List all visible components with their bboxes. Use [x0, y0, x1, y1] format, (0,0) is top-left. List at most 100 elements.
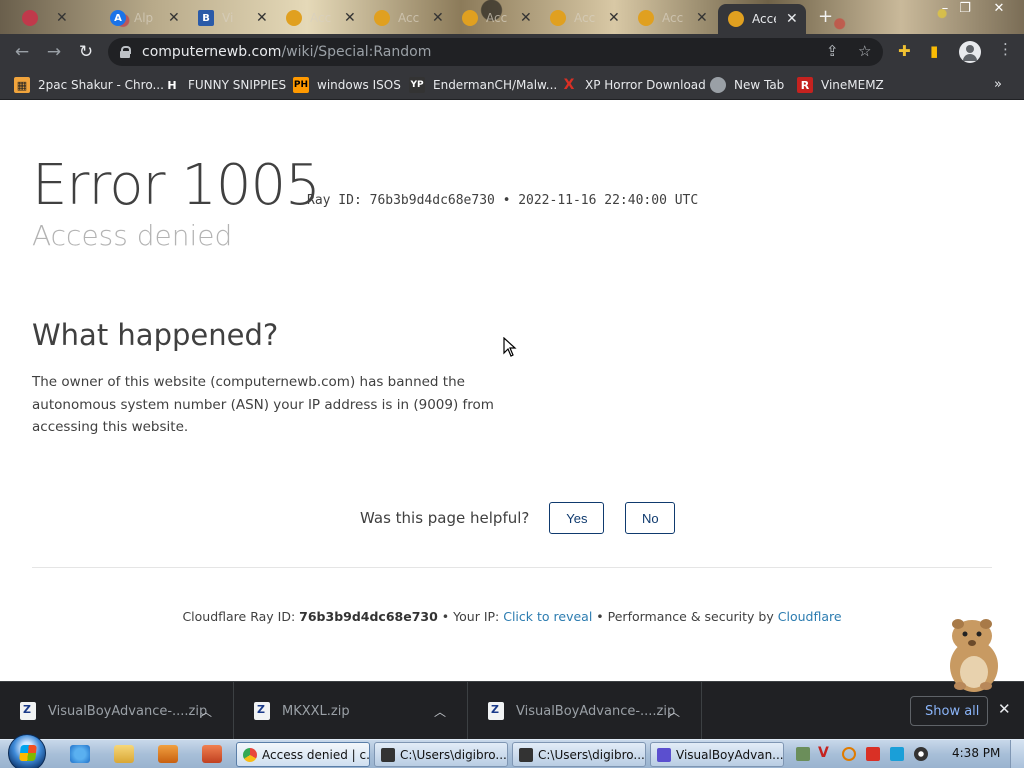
- tray-network-icon[interactable]: [890, 747, 904, 761]
- bookmark-star-icon[interactable]: ☆: [858, 42, 871, 60]
- taskbar-button-7zip[interactable]: C:\Users\digibro...: [374, 742, 508, 767]
- zip-file-icon: [20, 702, 36, 720]
- download-item[interactable]: VisualBoyAdvance-....zip ︿: [0, 682, 234, 740]
- url-text[interactable]: computernewb.com/wiki/Special:Random: [142, 44, 431, 60]
- browser-tab[interactable]: ✕: [12, 4, 68, 32]
- cloudflare-favicon-icon: [728, 11, 744, 27]
- close-tab-icon[interactable]: ✕: [344, 10, 356, 26]
- show-all-button[interactable]: Show all: [910, 696, 988, 726]
- bookmark-item[interactable]: ▦ 2pac Shakur - Chro...: [14, 76, 164, 94]
- close-tab-icon[interactable]: ✕: [520, 10, 532, 26]
- bookmark-item[interactable]: PH windows ISOS: [293, 76, 401, 94]
- app-launcher-icon[interactable]: [202, 745, 222, 763]
- address-bar[interactable]: computernewb.com/wiki/Special:Random ⇪ ☆: [108, 38, 883, 66]
- bookmark-item[interactable]: YP EndermanCH/Malw...: [409, 76, 557, 94]
- yes-button[interactable]: Yes: [549, 502, 605, 534]
- close-tab-icon[interactable]: ✕: [168, 10, 180, 26]
- no-button[interactable]: No: [625, 502, 676, 534]
- bookmarks-overflow-icon[interactable]: »: [994, 77, 1002, 92]
- start-button[interactable]: [8, 734, 46, 768]
- cloudflare-favicon-icon: [374, 10, 390, 26]
- close-window-icon[interactable]: ✕: [984, 0, 1014, 18]
- feedback-question: Was this page helpful?: [360, 509, 530, 527]
- bookmarks-bar: ▦ 2pac Shakur - Chro... H FUNNY SNIPPIES…: [0, 70, 1024, 100]
- cloudflare-favicon-icon: [462, 10, 478, 26]
- chrome-icon: [243, 747, 257, 762]
- windows-taskbar: Access denied | c... C:\Users\digibro...…: [0, 734, 1024, 768]
- bookmark-item[interactable]: X XP Horror Download: [561, 76, 706, 94]
- browser-tab-active[interactable]: Acce ✕: [718, 4, 806, 34]
- 7zip-icon: [519, 747, 533, 762]
- cloudflare-link[interactable]: Cloudflare: [778, 609, 842, 624]
- back-icon[interactable]: ←: [10, 40, 34, 64]
- tray-search-icon[interactable]: [842, 747, 856, 761]
- lock-icon[interactable]: [120, 46, 131, 58]
- forward-icon[interactable]: →: [42, 40, 66, 64]
- browser-toolbar: ← → ↻ computernewb.com/wiki/Special:Rand…: [0, 34, 1024, 70]
- tray-v-icon[interactable]: V: [818, 745, 832, 761]
- close-downloads-icon[interactable]: ✕: [998, 700, 1011, 718]
- chevron-up-icon[interactable]: ︿: [434, 703, 446, 720]
- divider: [32, 567, 992, 568]
- download-item[interactable]: MKXXL.zip ︿: [234, 682, 468, 740]
- zip-file-icon: [488, 702, 504, 720]
- tab-favicon-icon: [22, 10, 38, 26]
- share-icon[interactable]: ⇪: [826, 42, 839, 60]
- new-tab-button[interactable]: +: [818, 6, 833, 27]
- browser-tab[interactable]: Acc ✕: [628, 4, 708, 32]
- cloudflare-favicon-icon: [550, 10, 566, 26]
- bookmark-item[interactable]: New Tab: [710, 76, 784, 94]
- yp-logo-icon: YP: [409, 77, 425, 93]
- browser-tab[interactable]: Acc ✕: [364, 4, 444, 32]
- globe-icon: [710, 77, 726, 93]
- tray-flag-icon[interactable]: [866, 747, 880, 761]
- cloudflare-favicon-icon: [286, 10, 302, 26]
- taskbar-button-chrome[interactable]: Access denied | c...: [236, 742, 370, 767]
- profile-avatar-icon[interactable]: [959, 41, 981, 63]
- media-player-icon[interactable]: [158, 745, 178, 763]
- side-panel-icon[interactable]: ▮: [930, 42, 938, 60]
- cloudflare-favicon-icon: [638, 10, 654, 26]
- x-letter-icon: X: [563, 77, 575, 93]
- taskbar-button-7zip[interactable]: C:\Users\digibro...: [512, 742, 646, 767]
- download-item[interactable]: VisualBoyAdvance-....zip ︿: [468, 682, 702, 740]
- gameboy-icon: [657, 747, 671, 762]
- browser-tab[interactable]: Acc ✕: [276, 4, 356, 32]
- internet-explorer-icon[interactable]: [70, 745, 90, 763]
- ph-logo-icon: PH: [293, 77, 309, 93]
- browser-tab[interactable]: A Alp ✕: [100, 4, 180, 32]
- reload-icon[interactable]: ↻: [74, 40, 98, 64]
- close-tab-icon[interactable]: ✕: [56, 10, 68, 26]
- close-tab-icon[interactable]: ✕: [696, 10, 708, 26]
- close-tab-icon[interactable]: ✕: [256, 10, 268, 26]
- clapperboard-icon: ▦: [14, 77, 30, 93]
- error-title: Error 1005: [32, 153, 321, 218]
- browser-tab[interactable]: Acc ✕: [540, 4, 620, 32]
- menu-kebab-icon[interactable]: ⋮: [998, 40, 1013, 58]
- close-tab-icon[interactable]: ✕: [786, 11, 798, 27]
- feedback-section: Was this page helpful? Yes No: [360, 502, 676, 534]
- chevron-up-icon[interactable]: ︿: [200, 703, 212, 720]
- tray-app-icon[interactable]: [796, 747, 810, 761]
- r-logo-icon: R: [797, 77, 813, 93]
- system-clock[interactable]: 4:38 PM: [952, 746, 1000, 760]
- browser-tab[interactable]: Acc ✕: [452, 4, 532, 32]
- taskbar-button-visualboyadvance[interactable]: VisualBoyAdvan...: [650, 742, 784, 767]
- close-tab-icon[interactable]: ✕: [432, 10, 444, 26]
- app-store-icon: A: [110, 10, 126, 26]
- close-tab-icon[interactable]: ✕: [608, 10, 620, 26]
- chevron-up-icon[interactable]: ︿: [668, 703, 680, 720]
- 7zip-icon: [381, 747, 395, 762]
- downloads-bar: VisualBoyAdvance-....zip ︿ MKXXL.zip ︿ V…: [0, 681, 1024, 740]
- reveal-ip-link[interactable]: Click to reveal: [503, 609, 592, 624]
- footer-ray-id: 76b3b9d4dc68e730: [299, 609, 438, 624]
- bookmark-item[interactable]: H FUNNY SNIPPIES: [164, 76, 286, 94]
- restore-icon[interactable]: ❐: [950, 0, 980, 18]
- bookmark-item[interactable]: R VineMEMZ: [797, 76, 884, 94]
- error-subtitle: Access denied: [32, 219, 233, 252]
- tray-volume-icon[interactable]: [914, 747, 928, 761]
- file-explorer-icon[interactable]: [114, 745, 134, 763]
- show-desktop-button[interactable]: [1010, 740, 1024, 768]
- browser-tab[interactable]: B Vi ✕: [188, 4, 268, 32]
- extensions-icon[interactable]: ✚: [898, 42, 911, 60]
